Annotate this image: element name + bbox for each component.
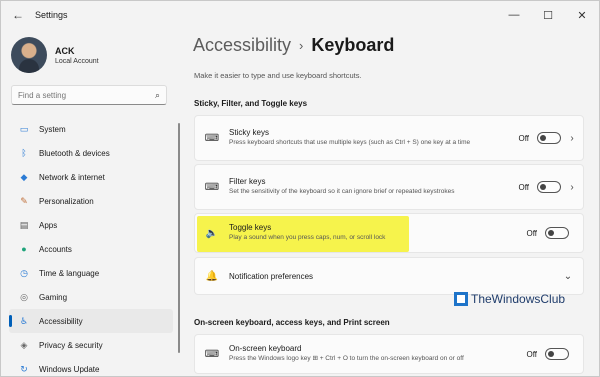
search-input[interactable]	[18, 90, 155, 100]
watermark-text: TheWindowsClub	[471, 292, 566, 306]
window-controls: — ☐ ✕	[497, 1, 599, 29]
sidebar-item-accessibility[interactable]: ♿ Accessibility	[9, 309, 173, 333]
card-description: Play a sound when you press caps, num, o…	[229, 234, 386, 242]
sticky-keys-toggle[interactable]	[537, 132, 561, 144]
onscreen-keyboard-toggle[interactable]	[545, 348, 569, 360]
watermark-logo-icon	[454, 292, 468, 306]
toggle-state-label: Off	[518, 182, 529, 192]
speaker-icon: 🔈	[205, 227, 219, 239]
person-icon: ●	[21, 244, 27, 254]
breadcrumb: Accessibility › Keyboard	[193, 35, 394, 56]
bluetooth-icon: ᛒ	[21, 148, 27, 158]
back-arrow-icon: ←	[12, 8, 24, 22]
sidebar-item-label: Accounts	[39, 244, 72, 254]
close-button[interactable]: ✕	[565, 1, 599, 29]
sidebar-item-gaming[interactable]: ◎ Gaming	[9, 285, 173, 309]
shield-icon: ◈	[20, 339, 28, 350]
sidebar-scrollbar[interactable]	[178, 123, 180, 353]
sidebar-item-label: Bluetooth & devices	[39, 148, 110, 158]
app-title: Settings	[35, 10, 68, 20]
profile-name: ACK	[55, 45, 75, 56]
sidebar-item-time-language[interactable]: ◷ Time & language	[9, 261, 173, 285]
sidebar-item-label: Accessibility	[39, 316, 83, 326]
maximize-button[interactable]: ☐	[531, 1, 565, 29]
title-bar: ← Settings — ☐ ✕	[1, 1, 599, 29]
refresh-icon: ↻	[20, 363, 28, 374]
avatar	[11, 37, 47, 73]
sidebar-item-label: Apps	[39, 220, 58, 230]
close-icon: ✕	[577, 9, 587, 22]
section-heading-onscreen: On-screen keyboard, access keys, and Pri…	[194, 318, 390, 327]
controller-icon: ◎	[20, 291, 28, 302]
back-button[interactable]: ←	[7, 4, 29, 26]
apps-icon: ▤	[19, 219, 29, 230]
card-title: Filter keys	[229, 177, 266, 187]
onscreen-keyboard-icon: ⌨	[204, 348, 220, 360]
keyboard-icon: ⌨	[204, 132, 220, 144]
system-icon: ▭	[19, 123, 29, 134]
card-title: Notification preferences	[229, 271, 314, 281]
filter-keys-toggle[interactable]	[537, 181, 561, 193]
card-title: On-screen keyboard	[229, 344, 302, 354]
minimize-button[interactable]: —	[497, 1, 531, 29]
sidebar-item-apps[interactable]: ▤ Apps	[9, 213, 173, 237]
sidebar-item-label: Personalization	[39, 196, 94, 206]
page-title: Keyboard	[311, 35, 395, 55]
toggle-state-label: Off	[526, 349, 537, 359]
sidebar-item-label: System	[39, 124, 66, 134]
wifi-icon: ◆	[20, 171, 28, 182]
account-type: Local Account	[55, 57, 99, 65]
chevron-right-icon: ›	[570, 132, 574, 144]
sidebar-item-personalization[interactable]: ✎ Personalization	[9, 189, 173, 213]
user-profile[interactable]: ACK Local Account	[11, 37, 99, 73]
card-onscreen-keyboard[interactable]: ⌨ On-screen keyboard Press the Windows l…	[194, 334, 584, 374]
chevron-right-icon: ›	[570, 181, 574, 193]
sidebar-item-label: Privacy & security	[39, 340, 103, 350]
keyboard-timer-icon: ⌨	[204, 181, 220, 193]
card-title: Toggle keys	[229, 223, 272, 233]
settings-window: ← Settings — ☐ ✕ ACK Local Account ⌕ ▭ Sy…	[0, 0, 600, 377]
breadcrumb-parent[interactable]: Accessibility	[193, 35, 291, 56]
card-notification-preferences[interactable]: 🔔 Notification preferences ⌄	[194, 257, 584, 295]
card-title: Sticky keys	[229, 128, 270, 138]
card-filter-keys[interactable]: ⌨ Filter keys Set the sensitivity of the…	[194, 164, 584, 210]
toggle-keys-toggle[interactable]	[545, 227, 569, 239]
toggle-state-label: Off	[526, 228, 537, 238]
sidebar-item-label: Network & internet	[39, 172, 105, 182]
clock-icon: ◷	[20, 267, 28, 278]
page-subtitle: Make it easier to type and use keyboard …	[194, 71, 362, 80]
toggle-state-label: Off	[518, 133, 529, 143]
card-toggle-keys[interactable]: 🔈 Toggle keys Play a sound when you pres…	[194, 213, 584, 253]
sidebar-item-windows-update[interactable]: ↻ Windows Update	[9, 357, 173, 376]
sidebar-item-privacy-security[interactable]: ◈ Privacy & security	[9, 333, 173, 357]
card-sticky-keys[interactable]: ⌨ Sticky keys Press keyboard shortcuts t…	[194, 115, 584, 161]
card-description: Press the Windows logo key ⊞ + Ctrl + O …	[229, 355, 464, 363]
sidebar-item-label: Time & language	[39, 268, 100, 278]
breadcrumb-separator-icon: ›	[299, 38, 304, 53]
accessibility-icon: ♿	[19, 315, 29, 326]
watermark: TheWindowsClub	[454, 292, 565, 306]
card-description: Press keyboard shortcuts that use multip…	[229, 139, 471, 147]
sidebar-item-network-internet[interactable]: ◆ Network & internet	[9, 165, 173, 189]
search-box: ⌕	[11, 85, 167, 105]
sidebar-item-system[interactable]: ▭ System	[9, 117, 173, 141]
search-icon[interactable]: ⌕	[155, 90, 160, 101]
sidebar-item-label: Windows Update	[39, 364, 100, 374]
chevron-down-icon[interactable]: ⌄	[557, 271, 579, 282]
brush-icon: ✎	[20, 195, 28, 206]
minimize-icon: —	[508, 9, 520, 21]
sidebar-item-bluetooth-devices[interactable]: ᛒ Bluetooth & devices	[9, 141, 173, 165]
sidebar-nav: ▭ System ᛒ Bluetooth & devices ◆ Network & in…	[9, 117, 173, 376]
section-heading-keys: Sticky, Filter, and Toggle keys	[194, 99, 308, 108]
card-description: Set the sensitivity of the keyboard so i…	[229, 188, 455, 196]
sidebar-item-label: Gaming	[39, 292, 68, 302]
sidebar-item-accounts[interactable]: ● Accounts	[9, 237, 173, 261]
bell-icon: 🔔	[205, 270, 219, 282]
maximize-icon: ☐	[543, 9, 553, 22]
